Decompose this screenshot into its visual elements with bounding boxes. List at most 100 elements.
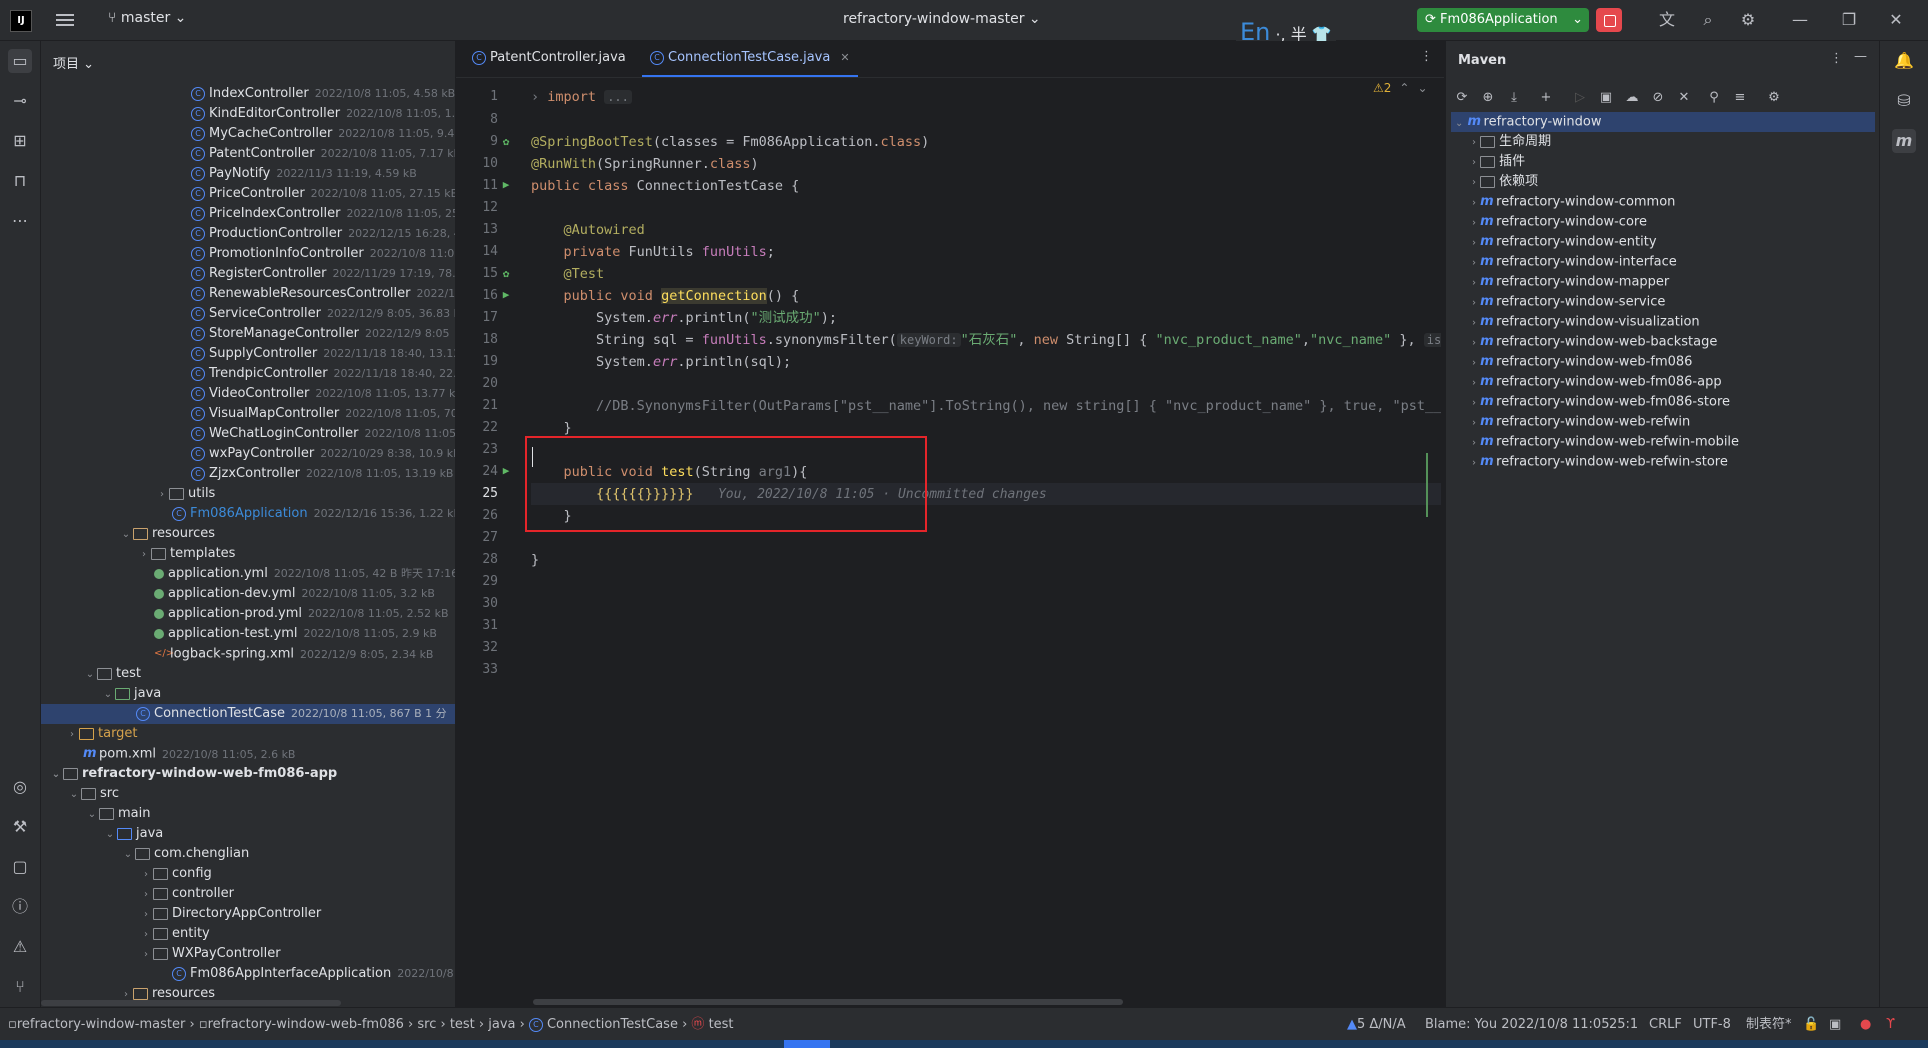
code-area[interactable]: › import ... @SpringBootTest(classes = F… bbox=[531, 78, 1441, 1007]
tree-item-file[interactable]: application-dev.yml 2022/10/8 11:05, 3.2 … bbox=[41, 584, 455, 604]
tree-item-class[interactable]: C PriceController 2022/10/8 11:05, 27.15 k… bbox=[41, 184, 455, 204]
problems-icon[interactable]: ⓘ bbox=[8, 895, 32, 919]
collapse-x-icon[interactable]: ✕ bbox=[1674, 88, 1694, 108]
tree-item-class[interactable]: C Fm086AppInterfaceApplication 2022/10/8 1 bbox=[41, 964, 455, 984]
tree-item-folder[interactable]: › target bbox=[41, 724, 455, 744]
tree-item-file[interactable]: application.yml 2022/10/8 11:05, 42 B 昨天 … bbox=[41, 564, 455, 584]
tree-item-file[interactable]: </>logback-spring.xml 2022/12/9 8:05, 2.3… bbox=[41, 644, 455, 664]
search-icon[interactable]: ⌕ bbox=[1698, 10, 1718, 30]
vcs-branch-widget[interactable]: ⑂ master ⌄ bbox=[108, 10, 186, 26]
translate-icon[interactable]: 文 bbox=[1657, 10, 1677, 30]
tree-item-class[interactable]: C StoreManageController 2022/12/9 8:05 bbox=[41, 324, 455, 344]
chevron-right-icon[interactable]: › bbox=[1472, 177, 1476, 188]
maven-module[interactable]: › m refractory-window-web-refwin-mobile bbox=[1446, 432, 1905, 452]
tree-item-class[interactable]: C PromotionInfoController 2022/10/8 11:05, bbox=[41, 244, 455, 264]
chevron-right-icon[interactable]: › bbox=[1472, 198, 1476, 209]
error-indicator-icon[interactable]: ● bbox=[1860, 1008, 1871, 1041]
autowired-bean-icon[interactable]: ✿ bbox=[498, 267, 514, 281]
chevron-down-icon[interactable]: ⌄ bbox=[121, 845, 135, 865]
maven-module[interactable]: › m refractory-window-web-refwin bbox=[1446, 412, 1905, 432]
close-icon[interactable]: ✕ bbox=[1886, 10, 1906, 30]
power-save-icon[interactable]: ϒ bbox=[1886, 1008, 1895, 1041]
maven-module[interactable]: › m refractory-window-mapper bbox=[1446, 272, 1905, 292]
tree-item-file[interactable]: application-prod.yml 2022/10/8 11:05, 2.5… bbox=[41, 604, 455, 624]
settings-gear-icon[interactable]: ⚙ bbox=[1738, 10, 1758, 30]
blame-status[interactable]: Blame: You 2022/10/8 11:05 bbox=[1425, 1008, 1609, 1041]
tree-item-class[interactable]: C KindEditorController 2022/10/8 11:05, 1.… bbox=[41, 104, 455, 124]
maven-module[interactable]: › m refractory-window-web-fm086-store bbox=[1446, 392, 1905, 412]
maven-module[interactable]: › m refractory-window-common bbox=[1446, 192, 1905, 212]
tree-item-folder[interactable]: › utils bbox=[41, 484, 455, 504]
chevron-down-icon[interactable]: ⌄ bbox=[1455, 118, 1463, 129]
download-icon[interactable]: ⤓ bbox=[1504, 88, 1524, 108]
chevron-down-icon[interactable]: ⌄ bbox=[119, 525, 133, 545]
run-test-icon[interactable]: ▶ bbox=[498, 464, 514, 478]
database-icon[interactable]: ⛁ bbox=[1892, 89, 1916, 113]
run-icon[interactable]: ▷ bbox=[1570, 88, 1590, 108]
maven-settings-icon[interactable]: ⚙ bbox=[1764, 88, 1784, 108]
run-test-icon[interactable]: ▶ bbox=[498, 288, 514, 302]
chevron-right-icon[interactable]: › bbox=[1472, 418, 1476, 429]
maven-module[interactable]: › m refractory-window-service bbox=[1446, 292, 1905, 312]
fold-chevron-icon[interactable]: › bbox=[531, 89, 547, 105]
caret-position[interactable]: 25:1 bbox=[1609, 1008, 1638, 1041]
chevron-right-icon[interactable]: › bbox=[1472, 358, 1476, 369]
services-icon[interactable]: ◎ bbox=[8, 775, 32, 799]
tree-item-package[interactable]: ⌄ com.chenglian bbox=[41, 844, 455, 864]
tree-item-class[interactable]: C TrendpicController 2022/11/18 18:40, 22.… bbox=[41, 364, 455, 384]
tree-item-package[interactable]: › entity bbox=[41, 924, 455, 944]
chevron-right-icon[interactable]: › bbox=[1472, 238, 1476, 249]
chevron-right-icon[interactable]: › bbox=[139, 865, 153, 885]
chevron-right-icon[interactable]: › bbox=[139, 925, 153, 945]
tree-item-folder[interactable]: ⌄ java bbox=[41, 684, 455, 704]
tree-item-class[interactable]: C PatentController 2022/10/8 11:05, 7.17 k… bbox=[41, 144, 455, 164]
tree-item-file[interactable]: application-test.yml 2022/10/8 11:05, 2.9… bbox=[41, 624, 455, 644]
tree-item-package[interactable]: › DirectoryAppController bbox=[41, 904, 455, 924]
tree-item-class-selected[interactable]: C ConnectionTestCase 2022/10/8 11:05, 867 … bbox=[41, 704, 455, 724]
skip-tests-icon[interactable]: ⊘ bbox=[1648, 88, 1668, 108]
maven-module[interactable]: › m refractory-window-web-backstage bbox=[1446, 332, 1905, 352]
commit-icon[interactable]: ⊸ bbox=[8, 89, 32, 113]
tree-item-class[interactable]: C IndexController 2022/10/8 11:05, 4.58 kB bbox=[41, 84, 455, 104]
chevron-right-icon[interactable]: › bbox=[1472, 338, 1476, 349]
breadcrumb-item[interactable]: refractory-window-web-fm086 bbox=[208, 1017, 404, 1032]
tree-item-module[interactable]: ⌄ refractory-window-web-fm086-app bbox=[41, 764, 455, 784]
close-icon[interactable]: ✕ bbox=[840, 51, 849, 64]
chevron-down-icon[interactable]: ⌄ bbox=[67, 785, 81, 805]
offline-mode-icon[interactable]: ☁ bbox=[1622, 88, 1642, 108]
indent-setting[interactable]: 制表符* bbox=[1746, 1008, 1792, 1041]
breadcrumb-item[interactable]: test bbox=[450, 1017, 475, 1032]
folded-imports[interactable]: ... bbox=[604, 90, 632, 104]
main-menu-icon[interactable] bbox=[56, 11, 74, 29]
maven-module[interactable]: › m refractory-window-visualization bbox=[1446, 312, 1905, 332]
maven-module[interactable]: › m refractory-window-web-fm086 bbox=[1446, 352, 1905, 372]
tree-item-class[interactable]: CwxPayController 2022/10/29 8:38, 10.9 kB bbox=[41, 444, 455, 464]
execute-goal-icon[interactable]: ▣ bbox=[1596, 88, 1616, 108]
collapse-all-icon[interactable]: ≡ bbox=[1730, 88, 1750, 108]
editor-horizontal-scrollbar[interactable] bbox=[533, 999, 1123, 1005]
breadcrumb-item[interactable]: refractory-window-master bbox=[17, 1017, 186, 1032]
chevron-right-icon[interactable]: › bbox=[137, 545, 151, 565]
tree-item-class[interactable]: C ServiceController 2022/12/9 8:05, 36.83 … bbox=[41, 304, 455, 324]
add-project-icon[interactable]: ⊕ bbox=[1478, 88, 1498, 108]
maven-node[interactable]: › 依赖项 bbox=[1446, 172, 1905, 192]
tree-item-class[interactable]: C RenewableResourcesController 2022/10 bbox=[41, 284, 455, 304]
file-encoding[interactable]: UTF-8 bbox=[1693, 1008, 1731, 1041]
problems-indicator[interactable]: ▲5 Δ/N/A bbox=[1347, 1008, 1406, 1041]
chevron-right-icon[interactable]: › bbox=[139, 885, 153, 905]
tree-item-package[interactable]: › config bbox=[41, 864, 455, 884]
line-separator[interactable]: CRLF bbox=[1649, 1008, 1682, 1041]
tree-item-class[interactable]: C ProductionController 2022/12/15 16:28, 4 bbox=[41, 224, 455, 244]
code-vision-icon[interactable]: ▣ bbox=[1829, 1008, 1841, 1041]
tree-item-file[interactable]: m pom.xml 2022/10/8 11:05, 2.6 kB bbox=[41, 744, 455, 764]
warning-icon[interactable]: ⚠ bbox=[8, 935, 32, 959]
chevron-right-icon[interactable]: › bbox=[1472, 458, 1476, 469]
tree-item-class[interactable]: C ZjzxController 2022/10/8 11:05, 13.19 kB bbox=[41, 464, 455, 484]
maven-module[interactable]: › m refractory-window-entity bbox=[1446, 232, 1905, 252]
tree-item-folder[interactable]: › templates bbox=[41, 544, 455, 564]
tree-item-folder[interactable]: ⌄ main bbox=[41, 804, 455, 824]
tree-item-package[interactable]: › WXPayController bbox=[41, 944, 455, 964]
show-dependencies-icon[interactable]: ⚲ bbox=[1704, 88, 1724, 108]
tree-item-folder[interactable]: ⌄ resources bbox=[41, 524, 455, 544]
chevron-right-icon[interactable]: › bbox=[155, 485, 169, 505]
